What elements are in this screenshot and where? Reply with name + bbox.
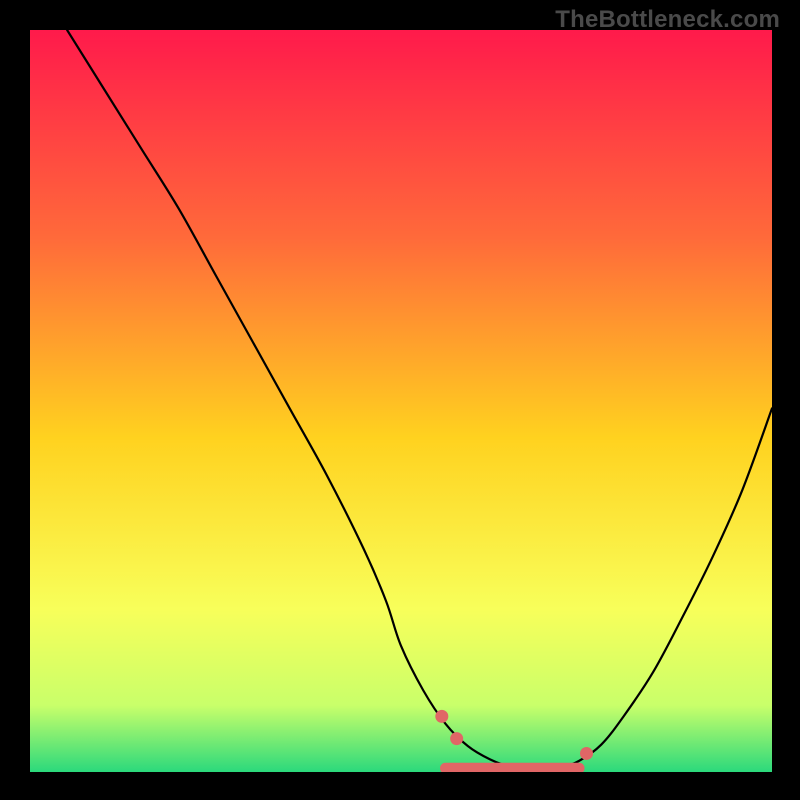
accent-dot bbox=[580, 747, 593, 760]
accent-dot bbox=[450, 732, 463, 745]
bottleneck-chart bbox=[30, 30, 772, 772]
watermark-text: TheBottleneck.com bbox=[555, 6, 780, 34]
chart-container: TheBottleneck.com bbox=[0, 0, 800, 800]
accent-dot bbox=[435, 710, 448, 723]
